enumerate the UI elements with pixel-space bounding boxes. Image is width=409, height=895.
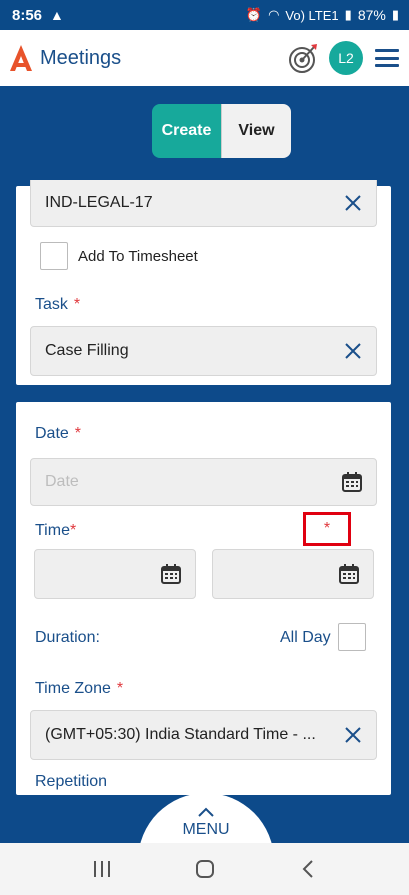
status-time: 8:56 bbox=[12, 6, 43, 24]
app-logo bbox=[10, 45, 32, 71]
all-day-checkbox[interactable] bbox=[338, 623, 366, 651]
avatar[interactable]: L2 bbox=[329, 41, 363, 75]
add-to-timesheet-checkbox[interactable] bbox=[40, 242, 68, 270]
network-label: Vo) LTE1 bbox=[285, 7, 339, 23]
task-field[interactable]: Case Filling bbox=[30, 326, 377, 376]
clear-icon[interactable] bbox=[344, 194, 362, 212]
end-time-field[interactable] bbox=[212, 549, 374, 599]
all-day-label: All Day bbox=[280, 629, 331, 646]
project-value: IND-LEGAL-17 bbox=[45, 194, 153, 211]
signal-icon: ▮ bbox=[344, 7, 352, 22]
repetition-label: Repetition bbox=[35, 773, 108, 790]
calendar-icon[interactable] bbox=[161, 564, 181, 584]
wifi-icon: ◠ bbox=[268, 7, 280, 22]
status-bar: 8:56 ▲ ⏰ ◠ Vo) LTE1 ▮ 87% ▮ bbox=[0, 0, 409, 30]
battery-icon: ▮ bbox=[391, 7, 399, 22]
date-field[interactable]: Date bbox=[30, 458, 377, 506]
recent-apps-icon[interactable] bbox=[87, 858, 117, 880]
time-zone-field[interactable]: (GMT+05:30) India Standard Time - ... bbox=[30, 710, 377, 760]
home-icon[interactable] bbox=[190, 858, 220, 880]
project-field[interactable]: IND-LEGAL-17 bbox=[30, 180, 377, 227]
time-label: Time* bbox=[35, 522, 77, 539]
add-to-timesheet-label: Add To Timesheet bbox=[78, 248, 198, 265]
clear-icon[interactable] bbox=[344, 342, 362, 360]
calendar-icon[interactable] bbox=[339, 564, 359, 584]
system-nav-bar bbox=[0, 843, 409, 895]
project-task-card: IND-LEGAL-17 Add To Timesheet Task * Case… bbox=[16, 180, 391, 385]
duration-label: Duration: bbox=[35, 629, 100, 646]
app-header: Meetings L2 bbox=[0, 30, 409, 86]
back-icon[interactable] bbox=[293, 858, 323, 880]
date-label: Date * bbox=[35, 425, 82, 442]
hamburger-menu-icon[interactable] bbox=[375, 49, 399, 67]
calendar-icon[interactable] bbox=[342, 472, 362, 492]
target-icon[interactable] bbox=[287, 42, 319, 74]
time-zone-value: (GMT+05:30) India Standard Time - ... bbox=[45, 726, 316, 743]
schedule-card: Date * Date Time* Duration: All Day Time… bbox=[16, 402, 391, 795]
time-zone-label: Time Zone * bbox=[35, 680, 124, 697]
warning-icon: ▲ bbox=[50, 7, 64, 23]
task-value: Case Filling bbox=[45, 342, 129, 359]
date-placeholder: Date bbox=[45, 473, 79, 490]
chevron-up-icon bbox=[198, 807, 214, 817]
tab-create[interactable]: Create bbox=[152, 104, 221, 158]
task-label: Task * bbox=[35, 296, 81, 313]
battery-level: 87% bbox=[357, 7, 386, 23]
page-title: Meetings bbox=[40, 46, 122, 69]
menu-label: MENU bbox=[182, 821, 230, 838]
tab-view[interactable]: View bbox=[221, 104, 291, 158]
create-view-toggle: Create View bbox=[152, 104, 291, 158]
clear-icon[interactable] bbox=[344, 726, 362, 744]
status-icons: ⏰ ◠ Vo) LTE1 ▮ 87% ▮ bbox=[246, 7, 399, 23]
alarm-icon: ⏰ bbox=[245, 7, 263, 22]
start-time-field[interactable] bbox=[34, 549, 196, 599]
end-time-required-marker: * bbox=[303, 512, 351, 546]
